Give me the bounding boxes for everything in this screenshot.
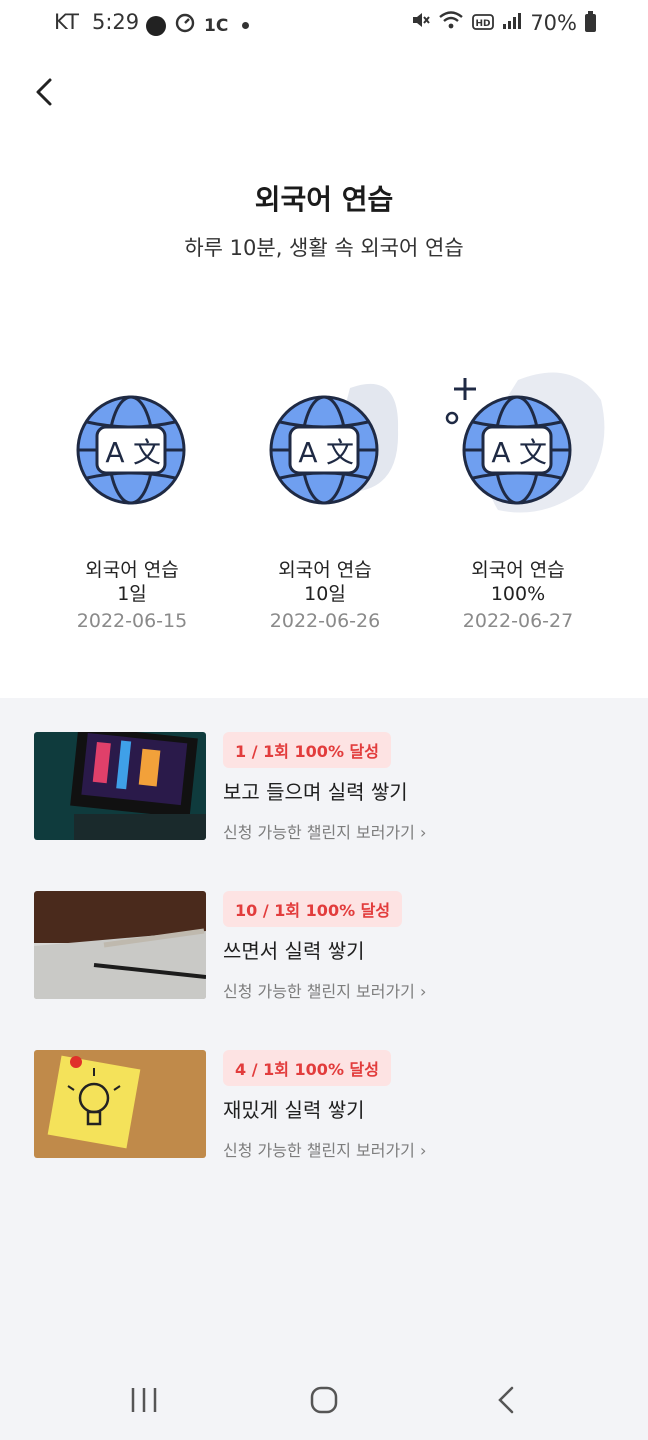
challenge-item[interactable]: 10 / 1회 100% 달성 쓰면서 실력 쌓기 신청 가능한 챌린지 보러가… — [34, 891, 614, 1001]
tablet-thumbnail — [34, 732, 206, 840]
badge-level: 10일 — [304, 583, 346, 605]
challenge-title: 보고 들으며 실력 쌓기 — [223, 780, 408, 804]
idea-note-thumbnail — [34, 1050, 206, 1158]
badge-level: 1일 — [117, 583, 147, 605]
badge-1-day[interactable]: A 文 외국어 연습 1일 2022-06-15 — [37, 360, 227, 634]
gauge-icon — [174, 12, 196, 39]
achievement-pill: 1 / 1회 100% 달성 — [223, 732, 391, 768]
svg-text:文: 文 — [326, 436, 354, 469]
badge-level: 100% — [490, 583, 546, 605]
badge-name: 외국어 연습 — [85, 559, 179, 581]
home-icon — [310, 1386, 338, 1414]
challenge-title: 쓰면서 실력 쌓기 — [223, 939, 365, 963]
signal-icon — [502, 11, 522, 35]
back-icon — [498, 1386, 514, 1414]
record-icon — [146, 15, 166, 36]
badge-date: 2022-06-26 — [269, 610, 381, 632]
page-subtitle: 하루 10분, 생활 속 외국어 연습 — [184, 236, 464, 260]
svg-text:文: 文 — [133, 436, 161, 469]
page-title: 외국어 연습 — [254, 183, 394, 216]
translate-globe-icon: A 文 — [423, 360, 613, 540]
carrier-label: KT — [54, 10, 79, 34]
wifi-icon — [438, 10, 464, 35]
clock: 5:29 — [92, 10, 140, 34]
browse-challenges-link[interactable]: 신청 가능한 챌린지 보러가기 › — [223, 1137, 426, 1161]
badge-date: 2022-06-27 — [462, 610, 574, 632]
badge-10-day[interactable]: A 文 외국어 연습 10일 2022-06-26 — [230, 360, 420, 634]
battery-level: 70% — [530, 10, 577, 35]
system-nav-bar — [0, 1360, 648, 1440]
badge-100-percent[interactable]: A 文 외국어 연습 100% 2022-06-27 — [423, 360, 613, 634]
badge-name: 외국어 연습 — [278, 559, 372, 581]
recent-apps-button[interactable] — [124, 1380, 164, 1420]
challenge-title: 재밌게 실력 쌓기 — [223, 1098, 365, 1122]
challenge-item[interactable]: 4 / 1회 100% 달성 재밌게 실력 쌓기 신청 가능한 챌린지 보러가기… — [34, 1050, 614, 1160]
browse-challenges-link[interactable]: 신청 가능한 챌린지 보러가기 › — [223, 978, 426, 1002]
app-notification-icon: 1С — [204, 15, 229, 36]
battery-icon — [585, 10, 596, 32]
recent-apps-icon — [131, 1388, 157, 1412]
badge-date: 2022-06-15 — [76, 610, 188, 632]
mute-icon — [410, 10, 431, 35]
status-bar: KT 5:29 1С HD 70% — [0, 0, 648, 48]
translate-globe-icon: A 文 — [37, 360, 227, 540]
notebook-thumbnail — [34, 891, 206, 999]
hd-voice-icon: HD — [472, 11, 495, 35]
home-button[interactable] — [304, 1380, 344, 1420]
achievement-pill: 10 / 1회 100% 달성 — [223, 891, 403, 927]
back-button[interactable] — [28, 72, 64, 112]
svg-text:A: A — [105, 436, 124, 469]
dot-icon — [242, 22, 250, 29]
browse-challenges-link[interactable]: 신청 가능한 챌린지 보러가기 › — [223, 819, 426, 843]
translate-globe-icon: A 文 — [230, 360, 420, 540]
svg-text:A: A — [491, 436, 510, 469]
achievement-pill: 4 / 1회 100% 달성 — [223, 1050, 391, 1086]
challenge-item[interactable]: 1 / 1회 100% 달성 보고 들으며 실력 쌓기 신청 가능한 챌린지 보… — [34, 732, 614, 842]
badge-name: 외국어 연습 — [471, 559, 565, 581]
nav-back-button[interactable] — [486, 1380, 526, 1420]
notification-icons: 1С — [146, 12, 250, 39]
svg-text:A: A — [298, 436, 317, 469]
chevron-left-icon — [36, 78, 52, 106]
system-icons: HD 70% — [410, 10, 596, 35]
svg-text:HD: HD — [476, 19, 491, 29]
svg-text:文: 文 — [519, 436, 547, 469]
challenge-list: 1 / 1회 100% 달성 보고 들으며 실력 쌓기 신청 가능한 챌린지 보… — [0, 698, 648, 1440]
badge-row: A 文 외국어 연습 1일 2022-06-15 A 文 외국어 연습 10일 … — [0, 360, 648, 660]
